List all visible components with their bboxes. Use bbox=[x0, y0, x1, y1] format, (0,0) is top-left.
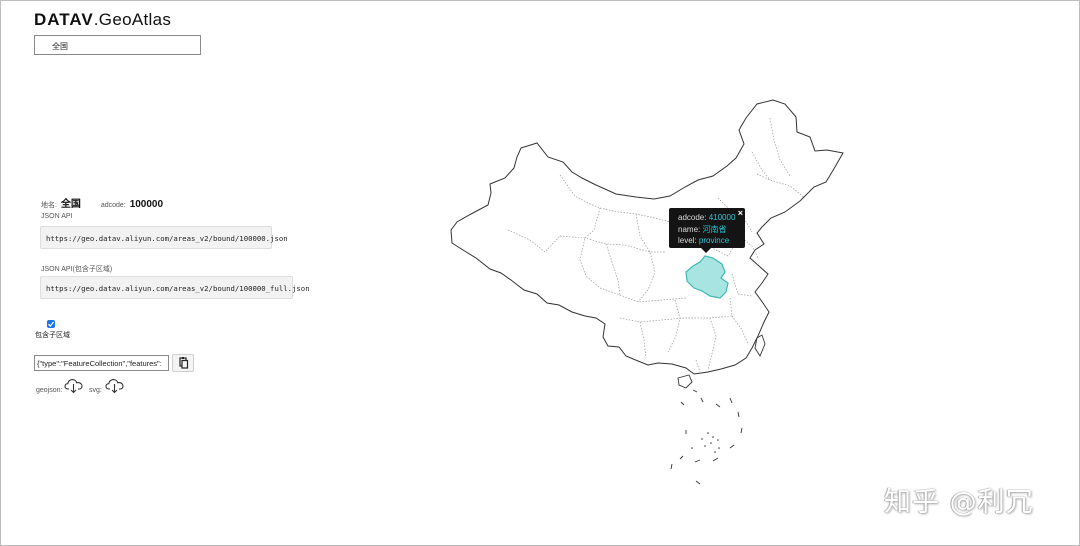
region-select[interactable]: 全国 bbox=[34, 35, 201, 55]
copy-button[interactable] bbox=[172, 354, 194, 372]
geojson-output-field[interactable]: {"type":"FeatureCollection","features": bbox=[34, 355, 169, 371]
region-select-value: 全国 bbox=[52, 42, 68, 51]
svg-download-label: svg: bbox=[89, 387, 102, 394]
tooltip-arrow bbox=[701, 248, 711, 253]
geojson-download-label: geojson: bbox=[36, 387, 63, 394]
region-tooltip: adcode: 410000 name: 河南省 level: province… bbox=[669, 208, 745, 253]
json-api-full-label: JSON API(包含子区域) bbox=[41, 266, 113, 273]
place-name-label: 地名: bbox=[41, 202, 57, 209]
adcode-label: adcode: bbox=[100, 202, 126, 209]
adcode-value: 100000 bbox=[129, 199, 164, 210]
json-api-full-url[interactable]: https://geo.datav.aliyun.com/areas_v2/bo… bbox=[40, 276, 310, 299]
json-api-url[interactable]: https://geo.datav.aliyun.com/areas_v2/bo… bbox=[40, 226, 288, 249]
watermark: 知乎 @利冗 bbox=[884, 487, 1034, 518]
copy-icon bbox=[179, 357, 189, 369]
place-name-value: 全国 bbox=[60, 199, 81, 210]
logo-rest-text: .GeoAtlas bbox=[93, 10, 172, 29]
hainan-island bbox=[677, 374, 693, 389]
geojson-cloud-download-icon[interactable] bbox=[64, 378, 84, 394]
tooltip-adcode-row: adcode: 410000 bbox=[678, 213, 736, 222]
svg-cloud-download-icon[interactable] bbox=[105, 378, 125, 394]
tooltip-adcode-value: 410000 bbox=[708, 213, 736, 222]
geojson-output-text: {"type":"FeatureCollection","features": bbox=[37, 359, 162, 368]
china-map[interactable] bbox=[440, 90, 860, 490]
south-china-sea-islands bbox=[670, 389, 743, 485]
tooltip-level-value: province bbox=[698, 236, 730, 245]
close-icon[interactable]: × bbox=[738, 208, 743, 220]
island-dots bbox=[691, 432, 720, 453]
datav-logo[interactable]: DATAV.GeoAtlas bbox=[34, 10, 171, 30]
china-outline bbox=[450, 99, 844, 375]
tooltip-name-row: name: 河南省 bbox=[678, 224, 727, 234]
include-children-label: 包含子区域 bbox=[35, 332, 70, 339]
tooltip-name-value: 河南省 bbox=[702, 224, 727, 234]
checkmark-icon bbox=[48, 321, 55, 327]
tooltip-level-row: level: province bbox=[678, 236, 730, 245]
include-children-checkbox[interactable] bbox=[47, 320, 55, 328]
logo-bold-text: DATAV bbox=[34, 10, 94, 29]
region-info: 地名: 全国 adcode: 100000 bbox=[41, 195, 163, 210]
json-api-label: JSON API bbox=[41, 213, 73, 220]
